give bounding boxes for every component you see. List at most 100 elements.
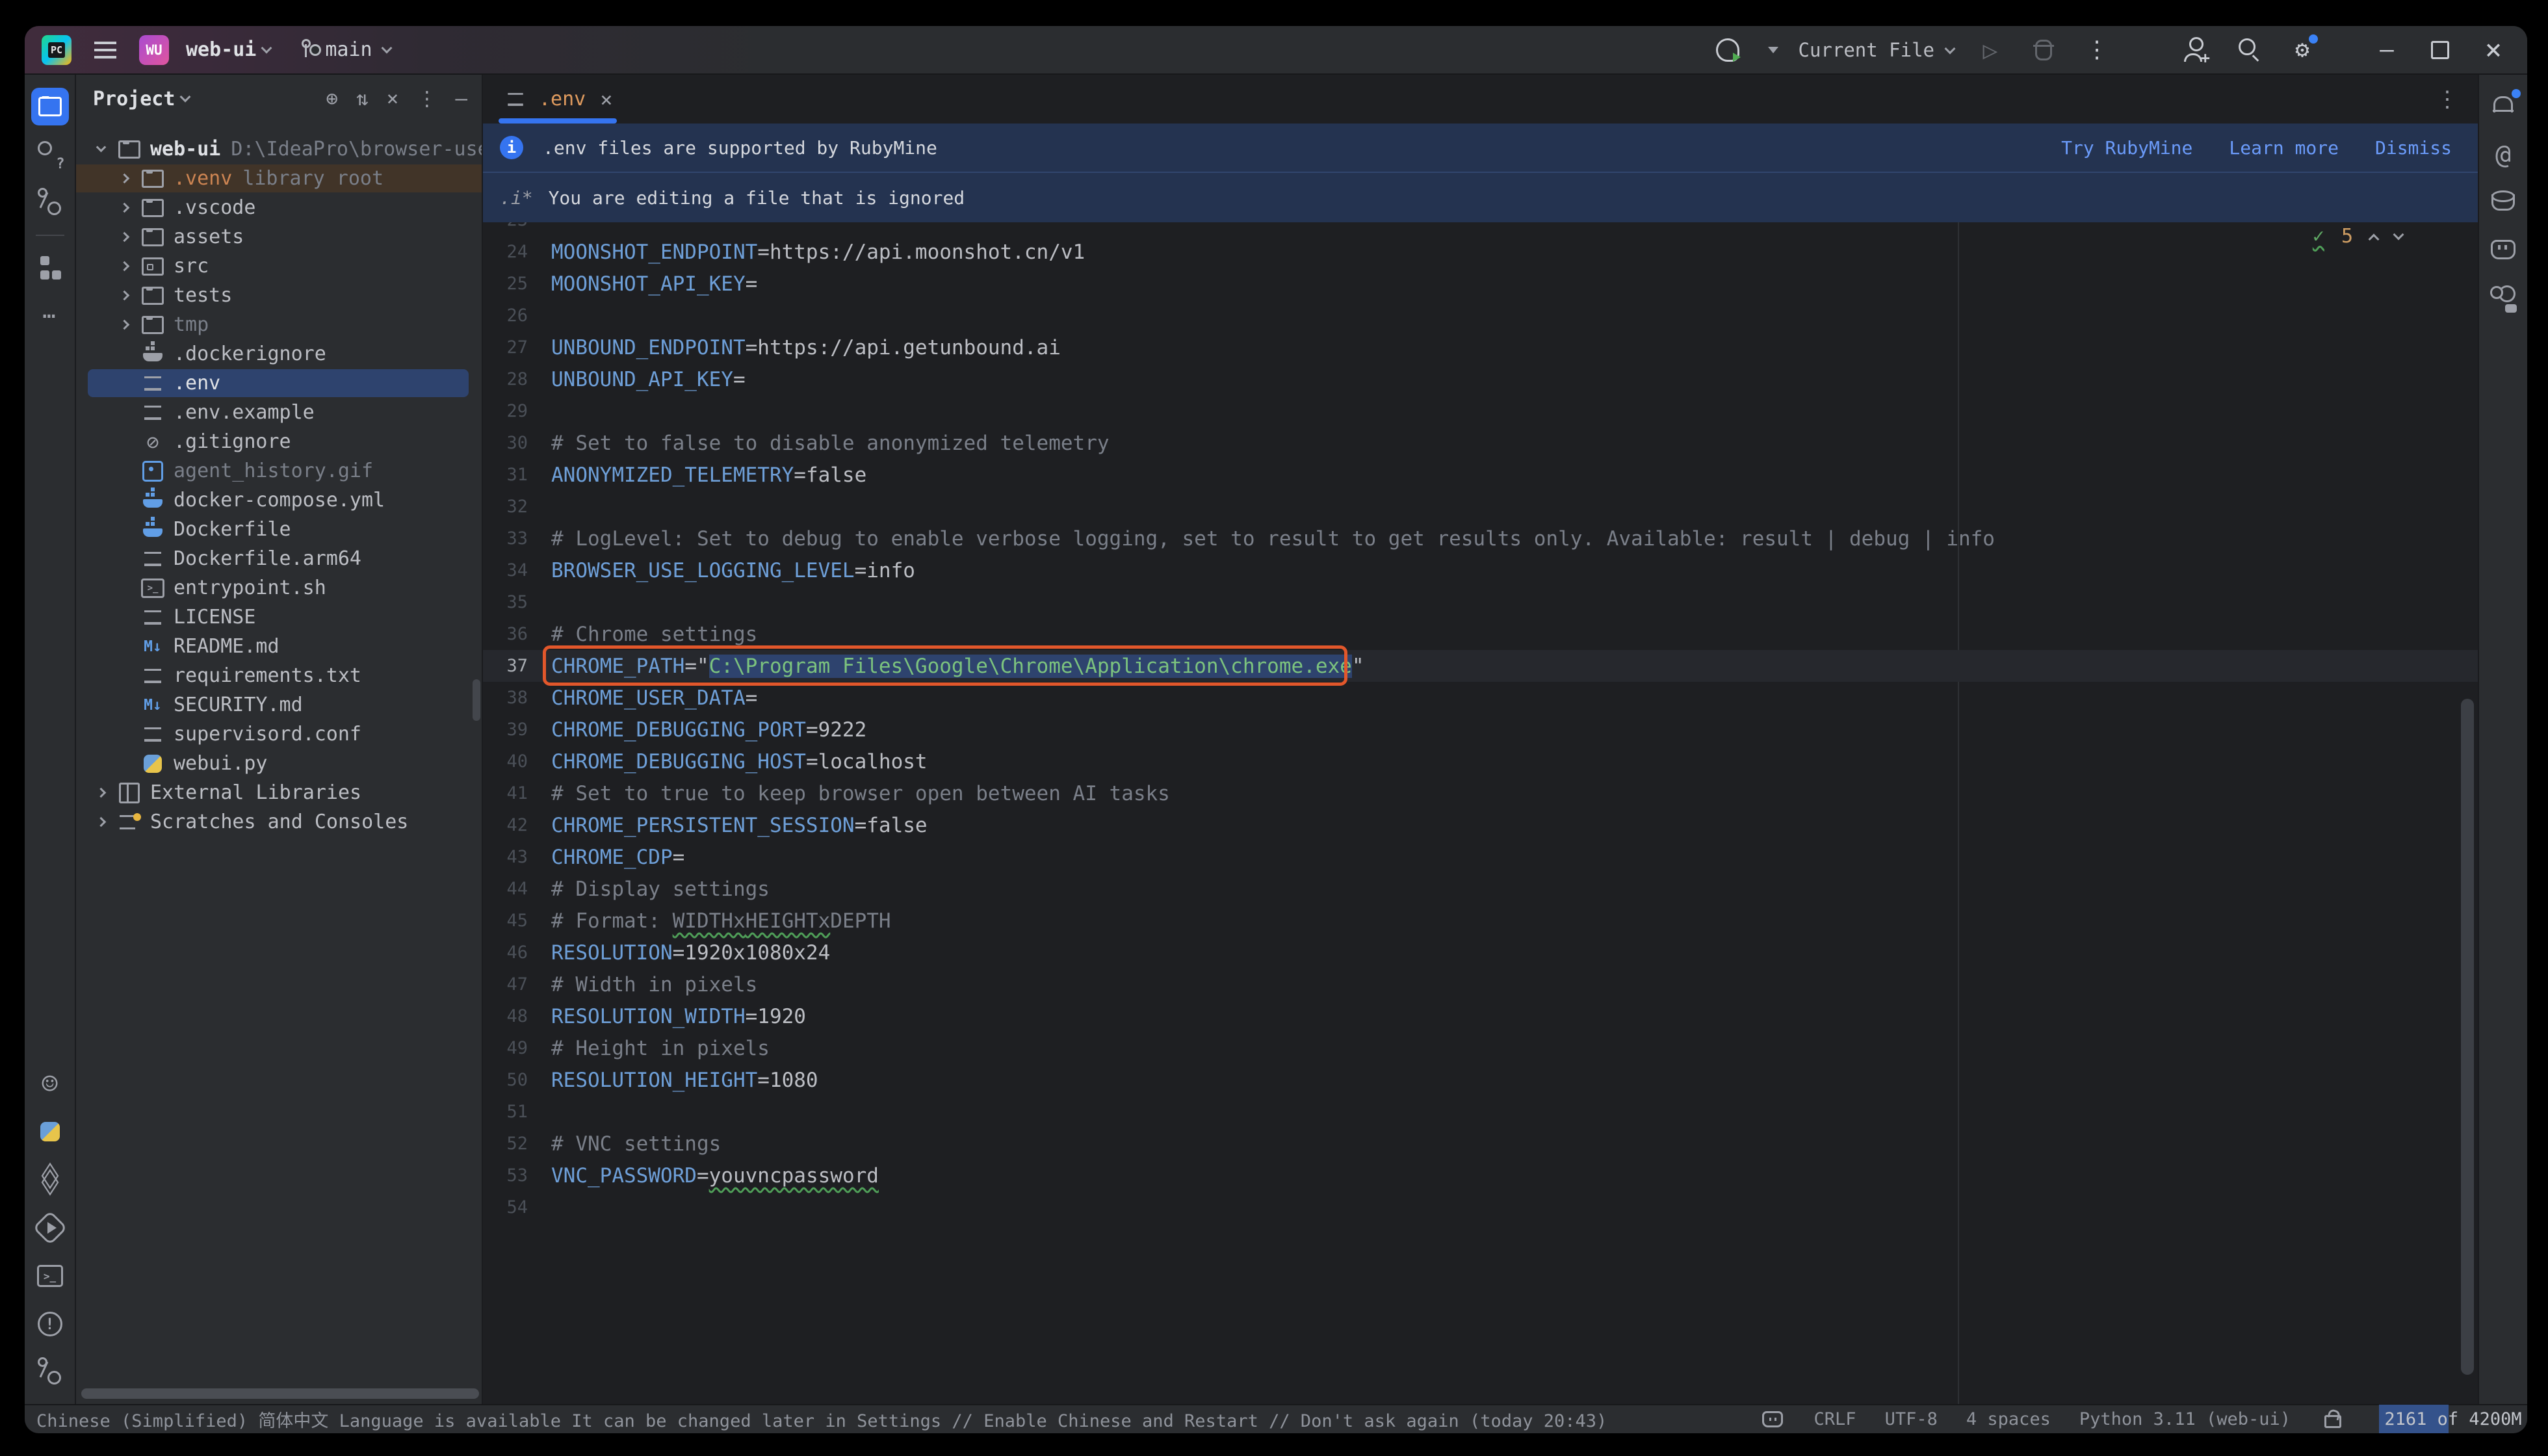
- more-actions-kebab[interactable]: ⋮: [2080, 33, 2114, 67]
- tree-item-license[interactable]: LICENSE: [76, 603, 482, 632]
- code-line-46[interactable]: 46RESOLUTION=1920x1080x24: [483, 937, 2478, 968]
- code-line-45[interactable]: 45# Format: WIDTHxHEIGHTxDEPTH: [483, 905, 2478, 937]
- code-line-35[interactable]: 35: [483, 586, 2478, 618]
- notifications-icon[interactable]: [2484, 88, 2522, 125]
- tree-item--vscode[interactable]: .vscode: [76, 193, 482, 222]
- code-line-32[interactable]: 32: [483, 491, 2478, 523]
- tab-env[interactable]: .env ×: [499, 75, 617, 124]
- tree-item--venv[interactable]: .venvlibrary root: [76, 164, 482, 193]
- previous-problem-icon[interactable]: [2369, 233, 2380, 244]
- branch-selector[interactable]: main: [299, 38, 390, 61]
- project-selector[interactable]: web-ui: [186, 38, 270, 61]
- select-opened-file-icon[interactable]: ⊕: [326, 87, 338, 110]
- code-line-43[interactable]: 43CHROME_CDP=: [483, 841, 2478, 873]
- code-line-25[interactable]: 25MOONSHOT_API_KEY=: [483, 268, 2478, 300]
- tree-item-scratches-and-consoles[interactable]: Scratches and Consoles: [76, 807, 482, 837]
- run-options-arrow-icon[interactable]: [1768, 47, 1778, 53]
- code-with-me-icon[interactable]: [2484, 280, 2522, 318]
- maximize-button[interactable]: [2423, 33, 2457, 67]
- code-line-33[interactable]: 33# LogLevel: Set to debug to enable ver…: [483, 523, 2478, 554]
- code-line-28[interactable]: 28UNBOUND_API_KEY=: [483, 363, 2478, 395]
- tree-item-dockerfile[interactable]: Dockerfile: [76, 515, 482, 544]
- code-line-38[interactable]: 38CHROME_USER_DATA=: [483, 682, 2478, 714]
- status-item-python-3-11-web-ui-[interactable]: Python 3.11 (web-ui): [2079, 1409, 2291, 1429]
- code-line-31[interactable]: 31ANONYMIZED_TELEMETRY=false: [483, 459, 2478, 491]
- inspection-widget[interactable]: ✓ 5: [2313, 225, 2402, 248]
- code-line-48[interactable]: 48RESOLUTION_WIDTH=1920: [483, 1000, 2478, 1032]
- copilot-status-icon[interactable]: [1760, 1407, 1786, 1433]
- code-line-47[interactable]: 47# Width in pixels: [483, 968, 2478, 1000]
- git-icon[interactable]: [31, 1353, 69, 1391]
- banner-link-dismiss[interactable]: Dismiss: [2375, 137, 2452, 159]
- code-line-39[interactable]: 39CHROME_DEBUGGING_PORT=9222: [483, 714, 2478, 746]
- structure-icon[interactable]: [31, 249, 69, 287]
- database-icon[interactable]: [2484, 184, 2522, 222]
- code-line-29[interactable]: 29: [483, 395, 2478, 427]
- tree-item-tests[interactable]: tests: [76, 281, 482, 310]
- code-line-34[interactable]: 34BROWSER_USE_LOGGING_LEVEL=info: [483, 554, 2478, 586]
- editor-scrollbar[interactable]: [2461, 699, 2474, 1375]
- code-line-24[interactable]: 24MOONSHOT_ENDPOINT=https://api.moonshot…: [483, 236, 2478, 268]
- tree-item-agent-history-gif[interactable]: agent_history.gif: [76, 456, 482, 486]
- terminal-icon[interactable]: [31, 1257, 69, 1295]
- tab-close-icon[interactable]: ×: [600, 87, 612, 112]
- status-item-4-spaces[interactable]: 4 spaces: [1966, 1409, 2051, 1429]
- options-kebab-icon[interactable]: ⋮: [417, 87, 437, 110]
- copilot-icon[interactable]: [2484, 232, 2522, 270]
- ai-assistant-icon[interactable]: @: [2484, 136, 2522, 174]
- tree-item--env[interactable]: .env: [76, 369, 482, 398]
- debug-button[interactable]: [2027, 33, 2060, 67]
- project-vertical-scrollbar[interactable]: [473, 679, 480, 721]
- tree-item--dockerignore[interactable]: .dockerignore: [76, 339, 482, 369]
- code-line-37[interactable]: 37CHROME_PATH="C:\Program Files\Google\C…: [483, 650, 2478, 682]
- tree-item-entrypoint-sh[interactable]: entrypoint.sh: [76, 573, 482, 603]
- code-line-40[interactable]: 40CHROME_DEBUGGING_HOST=localhost: [483, 746, 2478, 777]
- code-line-30[interactable]: 30# Set to false to disable anonymized t…: [483, 427, 2478, 459]
- code-line-23[interactable]: 23: [483, 222, 2478, 236]
- services-icon[interactable]: [31, 1161, 69, 1199]
- next-problem-icon[interactable]: [2393, 229, 2404, 240]
- code-line-51[interactable]: 51: [483, 1096, 2478, 1128]
- search-everywhere-button[interactable]: [2232, 33, 2266, 67]
- code-line-26[interactable]: 26: [483, 300, 2478, 332]
- minimize-button[interactable]: —: [2370, 33, 2404, 67]
- tree-item-docker-compose-yml[interactable]: docker-compose.yml: [76, 486, 482, 515]
- tree-item-supervisord-conf[interactable]: supervisord.conf: [76, 720, 482, 749]
- project-folder-icon[interactable]: [31, 88, 69, 125]
- editor-options-kebab[interactable]: ⋮: [2436, 86, 2458, 112]
- code-line-44[interactable]: 44# Display settings: [483, 873, 2478, 905]
- run-anything-icon[interactable]: [31, 1209, 69, 1247]
- problems-icon[interactable]: [31, 1305, 69, 1343]
- status-item-crlf[interactable]: CRLF: [1814, 1409, 1856, 1429]
- code-line-27[interactable]: 27UNBOUND_ENDPOINT=https://api.getunboun…: [483, 332, 2478, 363]
- tree-item--env-example[interactable]: .env.example: [76, 398, 482, 427]
- tree-item-dockerfile-arm64[interactable]: Dockerfile.arm64: [76, 544, 482, 573]
- hide-panel-icon[interactable]: —: [455, 87, 467, 110]
- lock-icon[interactable]: [2319, 1407, 2345, 1433]
- run-configuration-selector[interactable]: Current File: [1798, 39, 1954, 61]
- settings-button[interactable]: ⚙: [2285, 33, 2319, 67]
- project-panel-title[interactable]: Project: [93, 88, 175, 110]
- more-tool-windows-icon[interactable]: ⋯: [31, 297, 69, 335]
- code-line-41[interactable]: 41# Set to true to keep browser open bet…: [483, 777, 2478, 809]
- code-line-54[interactable]: 54: [483, 1191, 2478, 1223]
- banner-link-try-rubymine[interactable]: Try RubyMine: [2061, 137, 2192, 159]
- code-line-49[interactable]: 49# Height in pixels: [483, 1032, 2478, 1064]
- tree-item-external-libraries[interactable]: External Libraries: [76, 778, 482, 807]
- banner-link-learn-more[interactable]: Learn more: [2229, 137, 2339, 159]
- status-item-utf-8[interactable]: UTF-8: [1885, 1409, 1938, 1429]
- project-horizontal-scrollbar[interactable]: [81, 1388, 479, 1399]
- tree-item-web-ui[interactable]: web-uiD:\IdeaPro\browser-use\web-ui: [76, 135, 482, 164]
- memory-indicator[interactable]: 2161 of 4200M: [2379, 1405, 2527, 1433]
- status-message[interactable]: Chinese (Simplified) 简体中文 Language is av…: [36, 1407, 1747, 1432]
- tree-item-tmp[interactable]: tmp: [76, 310, 482, 339]
- add-user-button[interactable]: [2179, 33, 2213, 67]
- run-button[interactable]: ▷: [1973, 33, 2007, 67]
- code-line-50[interactable]: 50RESOLUTION_HEIGHT=1080: [483, 1064, 2478, 1096]
- collapse-all-icon[interactable]: ×: [387, 87, 399, 110]
- tree-item-requirements-txt[interactable]: requirements.txt: [76, 661, 482, 690]
- pull-requests-icon[interactable]: [31, 136, 69, 174]
- tree-item-security-md[interactable]: SECURITY.md: [76, 690, 482, 720]
- tree-item-assets[interactable]: assets: [76, 222, 482, 252]
- tree-item--gitignore[interactable]: .gitignore: [76, 427, 482, 456]
